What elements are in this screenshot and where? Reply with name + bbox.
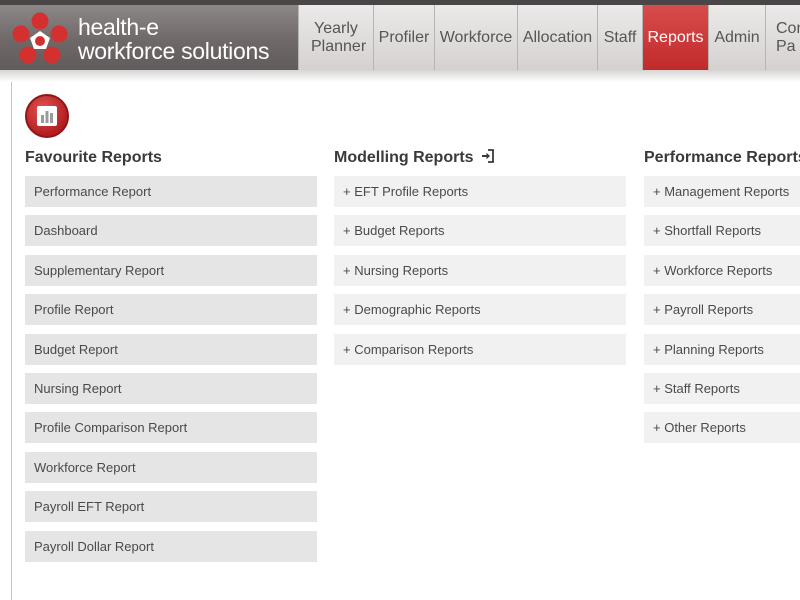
modelling-report-group[interactable]: + Budget Reports: [334, 215, 626, 247]
bar-chart-icon: [37, 106, 57, 126]
nav-con-pa[interactable]: Con Pa: [765, 5, 800, 70]
nav-label: Con Pa: [776, 19, 800, 55]
favourite-report-item[interactable]: Supplementary Report: [25, 254, 317, 286]
nav-label: Admin: [714, 28, 760, 46]
nav-reports[interactable]: Reports: [642, 5, 708, 78]
modelling-reports-title: Modelling Reports: [334, 148, 495, 168]
nav-admin[interactable]: Admin: [708, 5, 765, 70]
favourite-report-item[interactable]: Performance Report: [25, 176, 317, 207]
nav-label: Yearly Planner: [311, 19, 367, 55]
section-title-text: Modelling Reports: [334, 149, 474, 166]
nav-label: Staff: [603, 28, 637, 46]
favourite-report-item[interactable]: Payroll Dollar Report: [25, 530, 317, 562]
performance-report-group[interactable]: + Workforce Reports: [644, 254, 800, 286]
favourite-report-item[interactable]: Profile Report: [25, 294, 317, 326]
brand-line-2: workforce solutions: [78, 38, 270, 64]
left-divider: [11, 82, 12, 600]
modelling-report-group[interactable]: + Nursing Reports: [334, 254, 626, 286]
nav-staff[interactable]: Staff: [597, 5, 642, 70]
performance-report-group[interactable]: + Staff Reports: [644, 372, 800, 404]
performance-reports-list: + Management Reports + Shortfall Reports…: [644, 176, 800, 452]
report-badge: [25, 94, 69, 138]
favourite-report-item[interactable]: Dashboard: [25, 215, 317, 247]
main-nav: Yearly Planner Profiler Workforce Alloca…: [298, 5, 800, 78]
section-title-text: Performance Reports: [644, 149, 800, 166]
enter-icon[interactable]: [481, 149, 495, 163]
favourite-report-item[interactable]: Workforce Report: [25, 451, 317, 483]
brand-text: health-e workforce solutions: [78, 15, 269, 63]
performance-report-group[interactable]: + Planning Reports: [644, 333, 800, 365]
nav-label: Allocation: [522, 28, 593, 46]
app-header: health-e workforce solutions Yearly Plan…: [0, 5, 800, 78]
favourite-reports-title: Favourite Reports: [25, 148, 162, 168]
modelling-report-group[interactable]: + Demographic Reports: [334, 294, 626, 326]
performance-report-group[interactable]: + Management Reports: [644, 176, 800, 207]
favourite-report-item[interactable]: Payroll EFT Report: [25, 491, 317, 523]
modelling-reports-list: + EFT Profile Reports + Budget Reports +…: [334, 176, 626, 373]
nav-label: Reports: [647, 28, 704, 46]
nav-label: Profiler: [378, 28, 430, 46]
performance-reports-title: Performance Reports: [644, 148, 800, 168]
logo-icon: [12, 12, 68, 64]
performance-report-group[interactable]: + Shortfall Reports: [644, 215, 800, 247]
nav-yearly-planner[interactable]: Yearly Planner: [298, 5, 373, 70]
nav-allocation[interactable]: Allocation: [517, 5, 597, 70]
modelling-report-group[interactable]: + EFT Profile Reports: [334, 176, 626, 207]
performance-report-group[interactable]: + Payroll Reports: [644, 294, 800, 326]
favourite-report-item[interactable]: Profile Comparison Report: [25, 412, 317, 444]
nav-profiler[interactable]: Profiler: [373, 5, 434, 70]
brand-line-1: health-e: [78, 14, 159, 40]
section-title-text: Favourite Reports: [25, 149, 162, 166]
modelling-report-group[interactable]: + Comparison Reports: [334, 333, 626, 365]
favourite-report-item[interactable]: Nursing Report: [25, 372, 317, 404]
favourite-reports-list: Performance Report Dashboard Supplementa…: [25, 176, 317, 570]
performance-report-group[interactable]: + Other Reports: [644, 412, 800, 444]
nav-label: Workforce: [439, 28, 513, 46]
nav-workforce[interactable]: Workforce: [434, 5, 517, 70]
favourite-report-item[interactable]: Budget Report: [25, 333, 317, 365]
header-shadow: [0, 70, 800, 82]
